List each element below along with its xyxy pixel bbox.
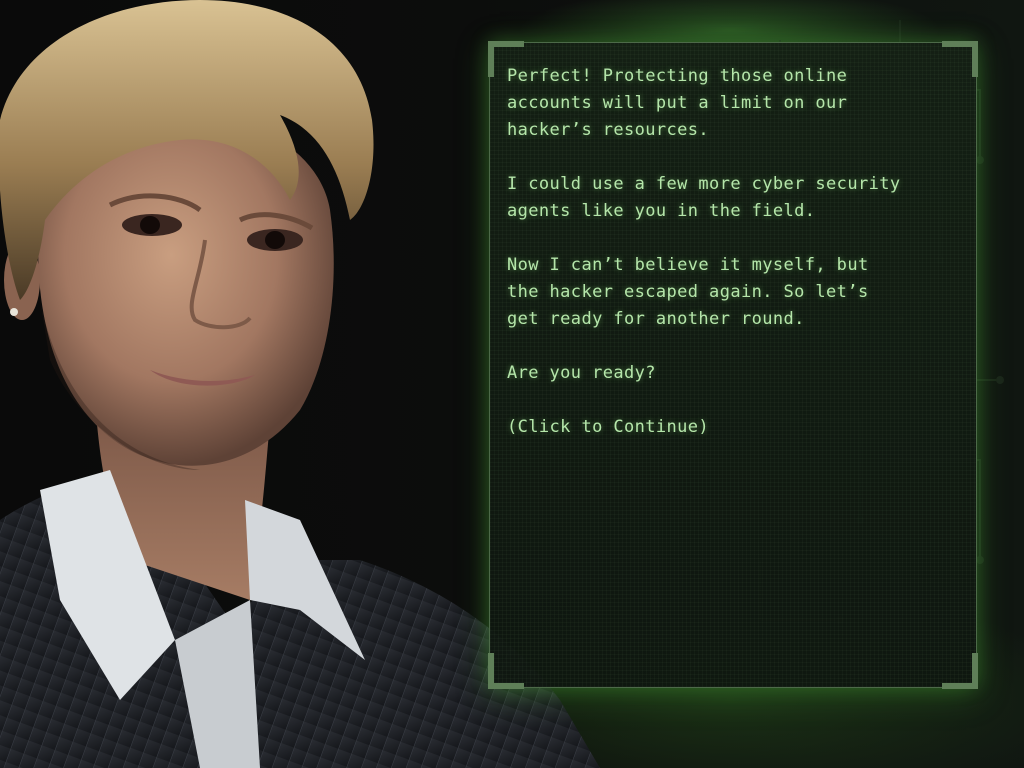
dialog-paragraph: I could use a few more cyber security ag…	[507, 174, 901, 221]
panel-corner-bracket	[488, 653, 524, 689]
dialog-panel[interactable]: Perfect! Protecting those online account…	[488, 41, 978, 689]
dialog-text: Perfect! Protecting those online account…	[507, 63, 967, 468]
dialog-paragraph: Are you ready?	[507, 363, 656, 383]
dialog-paragraph: Perfect! Protecting those online account…	[507, 66, 848, 140]
panel-corner-bracket	[942, 653, 978, 689]
game-screen[interactable]: Perfect! Protecting those online account…	[0, 0, 1024, 768]
continue-prompt[interactable]: (Click to Continue)	[507, 414, 967, 441]
dialog-paragraph: Now I can’t believe it myself, but the h…	[507, 255, 869, 329]
